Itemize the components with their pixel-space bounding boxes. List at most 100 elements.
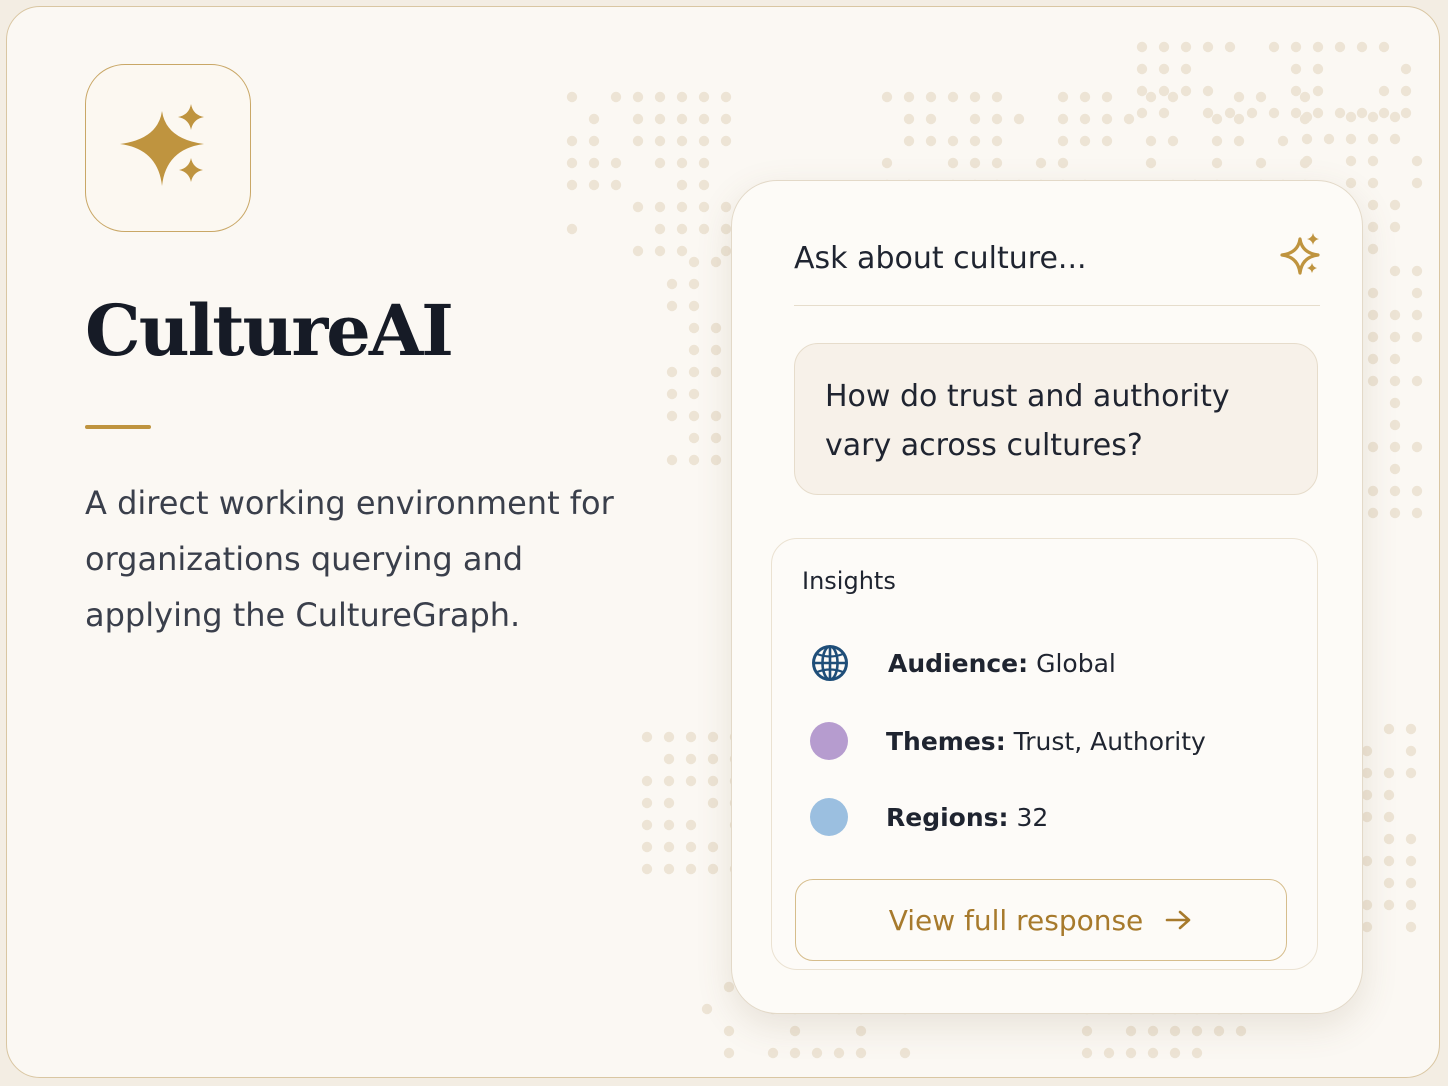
map-dot bbox=[903, 113, 915, 125]
map-dot bbox=[1167, 135, 1179, 147]
map-dot bbox=[1136, 107, 1148, 119]
map-dot bbox=[1312, 41, 1324, 53]
map-dot bbox=[641, 863, 653, 875]
map-dot bbox=[663, 775, 675, 787]
map-dot bbox=[1389, 375, 1401, 387]
title-divider bbox=[85, 425, 151, 429]
map-dot bbox=[1079, 113, 1091, 125]
map-dot bbox=[947, 157, 959, 169]
map-dot bbox=[1101, 91, 1113, 103]
map-dot bbox=[685, 819, 697, 831]
map-dot bbox=[1367, 133, 1379, 145]
map-dot bbox=[1290, 107, 1302, 119]
map-dot bbox=[1389, 111, 1401, 123]
map-dot bbox=[767, 1047, 779, 1059]
map-dot bbox=[1079, 91, 1091, 103]
globe-icon bbox=[812, 645, 848, 681]
map-dot bbox=[723, 1047, 735, 1059]
map-dot bbox=[685, 863, 697, 875]
map-dot bbox=[710, 432, 722, 444]
map-dot bbox=[1233, 91, 1245, 103]
map-dot bbox=[1255, 157, 1267, 169]
map-dot bbox=[1405, 833, 1417, 845]
map-dot bbox=[969, 113, 981, 125]
map-dot bbox=[1345, 177, 1357, 189]
map-dot bbox=[903, 135, 915, 147]
map-dot bbox=[632, 113, 644, 125]
map-dot bbox=[1167, 91, 1179, 103]
map-dot bbox=[641, 841, 653, 853]
app-frame: CultureAI A direct working environment f… bbox=[6, 6, 1440, 1078]
map-dot bbox=[947, 135, 959, 147]
map-dot bbox=[1312, 107, 1324, 119]
map-dot bbox=[685, 753, 697, 765]
map-dot bbox=[720, 245, 732, 257]
map-dot bbox=[1383, 855, 1395, 867]
map-dot bbox=[1334, 41, 1346, 53]
map-dot bbox=[969, 91, 981, 103]
map-dot bbox=[1411, 485, 1423, 497]
map-dot bbox=[1367, 441, 1379, 453]
map-dot bbox=[1233, 135, 1245, 147]
map-dot bbox=[720, 113, 732, 125]
map-dot bbox=[688, 410, 700, 422]
map-dot bbox=[676, 179, 688, 191]
map-dot bbox=[1211, 157, 1223, 169]
map-dot bbox=[1145, 91, 1157, 103]
map-dot bbox=[1136, 63, 1148, 75]
map-dot bbox=[1299, 91, 1311, 103]
map-dot bbox=[1361, 899, 1373, 911]
map-dot bbox=[685, 731, 697, 743]
map-dot bbox=[1389, 507, 1401, 519]
map-dot bbox=[1202, 41, 1214, 53]
map-dot bbox=[1389, 265, 1401, 277]
view-full-response-button[interactable]: View full response bbox=[795, 879, 1287, 961]
map-dot bbox=[663, 753, 675, 765]
map-dot bbox=[720, 223, 732, 235]
map-dot bbox=[707, 863, 719, 875]
map-dot bbox=[1367, 375, 1379, 387]
map-dot bbox=[632, 135, 644, 147]
map-dot bbox=[710, 454, 722, 466]
map-dot bbox=[1405, 855, 1417, 867]
map-dot bbox=[1147, 1025, 1159, 1037]
map-dot bbox=[1169, 1025, 1181, 1037]
ask-input-row[interactable]: Ask about culture... bbox=[794, 225, 1320, 306]
map-dot bbox=[1361, 921, 1373, 933]
insight-themes: Themes: Trust, Authority bbox=[810, 722, 1206, 760]
insights-title: Insights bbox=[802, 567, 896, 595]
map-dot bbox=[688, 300, 700, 312]
map-dot bbox=[1013, 113, 1025, 125]
map-dot bbox=[925, 113, 937, 125]
map-dot bbox=[1312, 85, 1324, 97]
map-dot bbox=[666, 410, 678, 422]
map-dot bbox=[1158, 85, 1170, 97]
map-dot bbox=[1383, 877, 1395, 889]
ask-input-placeholder[interactable]: Ask about culture... bbox=[794, 241, 1087, 276]
map-dot bbox=[707, 731, 719, 743]
map-dot bbox=[1158, 41, 1170, 53]
map-dot bbox=[663, 863, 675, 875]
map-dot bbox=[1211, 113, 1223, 125]
map-dot bbox=[1411, 507, 1423, 519]
map-dot bbox=[698, 135, 710, 147]
map-dot bbox=[1367, 111, 1379, 123]
map-dot bbox=[1136, 41, 1148, 53]
map-dot bbox=[1389, 309, 1401, 321]
map-dot bbox=[1057, 113, 1069, 125]
map-dot bbox=[969, 135, 981, 147]
map-dot bbox=[1246, 107, 1258, 119]
map-dot bbox=[1035, 157, 1047, 169]
map-dot bbox=[707, 775, 719, 787]
map-dot bbox=[698, 157, 710, 169]
map-dot bbox=[1367, 243, 1379, 255]
map-dot bbox=[1411, 287, 1423, 299]
map-dot bbox=[1147, 1047, 1159, 1059]
map-dot bbox=[1180, 63, 1192, 75]
map-dot bbox=[1191, 1025, 1203, 1037]
map-dot bbox=[1158, 63, 1170, 75]
map-dot bbox=[1255, 91, 1267, 103]
map-dot bbox=[663, 819, 675, 831]
map-dot bbox=[1367, 309, 1379, 321]
map-dot bbox=[641, 797, 653, 809]
